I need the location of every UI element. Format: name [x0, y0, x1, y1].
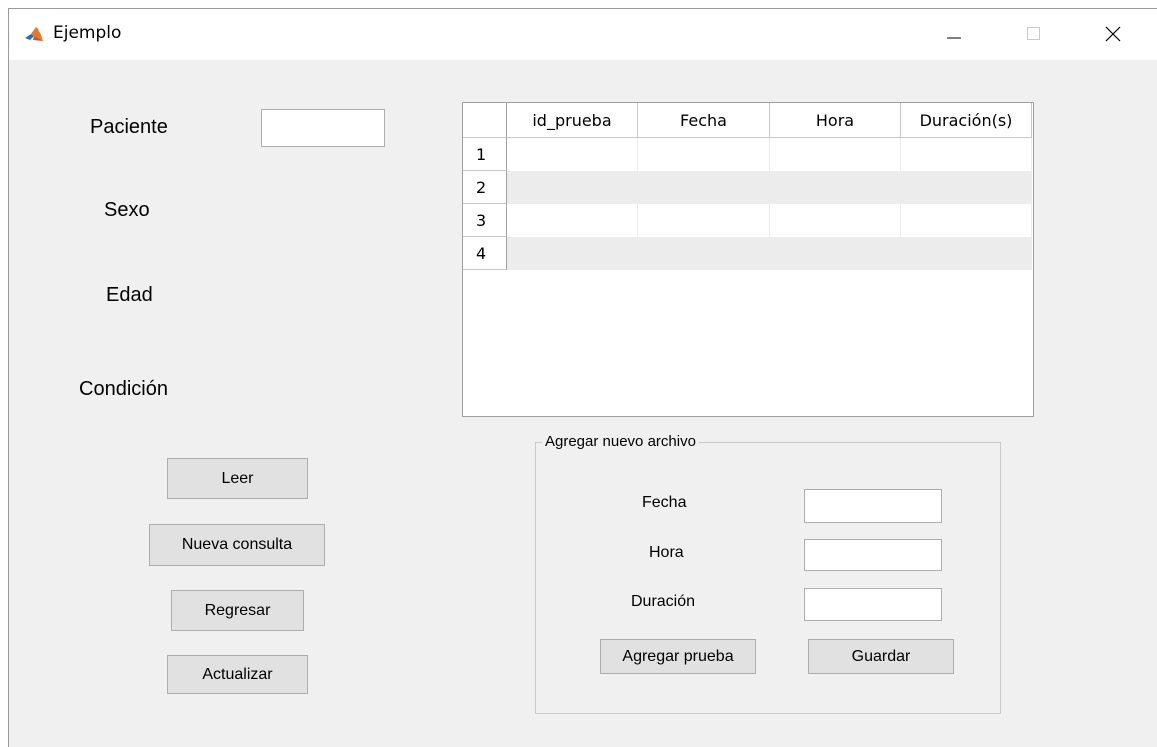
label-paciente: Paciente	[90, 116, 168, 138]
label-panel-duracion: Duración	[631, 593, 696, 610]
close-button[interactable]	[1082, 9, 1142, 60]
table-cell[interactable]	[507, 171, 638, 204]
fecha-field[interactable]	[805, 490, 941, 522]
label-sexo: Sexo	[104, 199, 150, 221]
row-header: 2	[463, 171, 507, 204]
table-cell[interactable]	[901, 171, 1032, 204]
agregar-prueba-button[interactable]: Agregar prueba	[600, 639, 756, 674]
window-title: Ejemplo	[53, 23, 122, 43]
table-cell[interactable]	[770, 204, 901, 237]
table-row: 1	[463, 138, 1033, 171]
paciente-input[interactable]	[261, 109, 385, 147]
column-header-id-prueba[interactable]: id_prueba	[507, 103, 638, 138]
column-header-fecha[interactable]: Fecha	[638, 103, 770, 138]
hora-input[interactable]	[804, 539, 942, 571]
label-panel-fecha: Fecha	[642, 494, 687, 511]
column-header-duracion[interactable]: Duración(s)	[901, 103, 1032, 138]
table-cell[interactable]	[507, 138, 638, 171]
row-header: 1	[463, 138, 507, 171]
table-header: id_prueba Fecha Hora Duración(s)	[463, 103, 1033, 138]
matlab-icon	[24, 25, 44, 45]
paciente-field[interactable]	[262, 110, 384, 146]
table-cell[interactable]	[901, 204, 1032, 237]
table-corner-cell	[463, 103, 507, 138]
close-icon	[1105, 26, 1121, 42]
duracion-input[interactable]	[804, 588, 942, 621]
table-row: 4	[463, 237, 1033, 270]
maximize-icon	[1027, 27, 1040, 40]
row-header: 4	[463, 237, 507, 270]
fecha-input[interactable]	[804, 489, 942, 523]
label-condicion: Condición	[79, 378, 168, 400]
table-cell[interactable]	[901, 138, 1032, 171]
hora-field[interactable]	[805, 540, 941, 570]
column-header-hora[interactable]: Hora	[770, 103, 901, 138]
table-cell[interactable]	[770, 237, 901, 270]
label-panel-hora: Hora	[649, 544, 684, 561]
table-cell[interactable]	[638, 237, 770, 270]
table-row: 2	[463, 171, 1033, 204]
table-cell[interactable]	[507, 237, 638, 270]
table-cell[interactable]	[770, 171, 901, 204]
duracion-field[interactable]	[805, 589, 941, 620]
label-edad: Edad	[106, 284, 153, 306]
panel-title: Agregar nuevo archivo	[542, 433, 699, 450]
actualizar-button[interactable]: Actualizar	[167, 655, 308, 694]
figure-client-area: Paciente Sexo Edad Condición Leer Nueva …	[9, 60, 1157, 747]
table-cell[interactable]	[638, 138, 770, 171]
minimize-button[interactable]	[924, 9, 984, 60]
agregar-archivo-panel: Agregar nuevo archivo Fecha Hora Duració…	[535, 433, 1001, 714]
row-header: 3	[463, 204, 507, 237]
guardar-button[interactable]: Guardar	[808, 639, 954, 674]
pruebas-table[interactable]: id_prueba Fecha Hora Duración(s) 1 2 3 4	[462, 102, 1034, 417]
leer-button[interactable]: Leer	[167, 458, 308, 499]
regresar-button[interactable]: Regresar	[171, 590, 304, 631]
minimize-icon	[947, 37, 961, 39]
table-cell[interactable]	[507, 204, 638, 237]
app-window: Ejemplo Paciente Sexo Edad Condición Lee…	[8, 8, 1157, 747]
table-row: 3	[463, 204, 1033, 237]
table-cell[interactable]	[638, 204, 770, 237]
maximize-button[interactable]	[1004, 9, 1064, 60]
table-cell[interactable]	[901, 237, 1032, 270]
table-cell[interactable]	[638, 171, 770, 204]
nueva-consulta-button[interactable]: Nueva consulta	[149, 524, 325, 566]
table-cell[interactable]	[770, 138, 901, 171]
title-bar[interactable]: Ejemplo	[9, 9, 1157, 60]
